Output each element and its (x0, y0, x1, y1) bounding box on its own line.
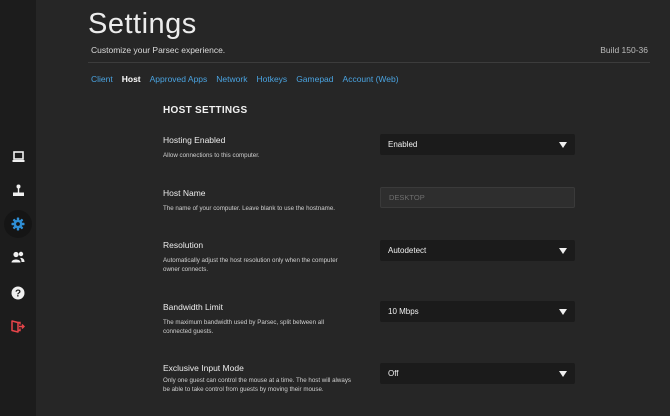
help-icon[interactable]: ? (4, 279, 32, 307)
settings-tabs: Client Host Approved Apps Network Hotkey… (91, 74, 399, 84)
host-name-input[interactable] (389, 193, 566, 202)
page-subtitle: Customize your Parsec experience. (91, 45, 226, 55)
setting-description: Automatically adjust the host resolution… (163, 257, 338, 273)
tab-host[interactable]: Host (122, 74, 141, 84)
setting-label: Bandwidth Limit (163, 302, 224, 312)
setting-label: Resolution (163, 240, 204, 250)
friends-icon[interactable] (4, 243, 32, 271)
select-value: Autodetect (388, 246, 427, 255)
setting-bandwidth-limit: Bandwidth Limit The maximum bandwidth us… (163, 302, 363, 337)
setting-description: The maximum bandwidth used by Parsec, sp… (163, 319, 324, 335)
setting-resolution: Resolution Automatically adjust the host… (163, 240, 363, 275)
setting-description: The name of your computer. Leave blank t… (163, 205, 335, 212)
setting-host-name: Host Name The name of your computer. Lea… (163, 188, 363, 214)
computers-icon[interactable] (4, 143, 32, 171)
dropdown-arrow-icon (559, 370, 567, 377)
setting-hosting-enabled: Hosting Enabled Allow connections to thi… (163, 135, 363, 161)
tab-hotkeys[interactable]: Hotkeys (256, 74, 287, 84)
build-label: Build 150-36 (600, 45, 648, 55)
gear-icon[interactable] (4, 210, 32, 238)
settings-panel: Settings Customize your Parsec experienc… (36, 0, 670, 416)
exclusive-input-mode-select[interactable]: Off (380, 363, 575, 384)
tab-approved-apps[interactable]: Approved Apps (150, 74, 208, 84)
setting-description: Allow connections to this computer. (163, 152, 260, 159)
setting-label: Host Name (163, 188, 206, 198)
host-name-field[interactable] (380, 187, 575, 208)
setting-label: Exclusive Input Mode (163, 363, 244, 373)
setting-description: Only one guest can control the mouse at … (163, 377, 352, 393)
tab-account-web[interactable]: Account (Web) (343, 74, 399, 84)
svg-text:?: ? (15, 289, 21, 300)
select-value: 10 Mbps (388, 307, 419, 316)
arcade-icon[interactable] (4, 176, 32, 204)
section-title: HOST SETTINGS (163, 105, 248, 116)
dropdown-arrow-icon (559, 247, 567, 254)
select-value: Enabled (388, 140, 418, 149)
header-divider (88, 62, 650, 63)
resolution-select[interactable]: Autodetect (380, 240, 575, 261)
select-value: Off (388, 369, 399, 378)
page-title: Settings (88, 8, 197, 40)
hosting-enabled-select[interactable]: Enabled (380, 134, 575, 155)
sidebar: ? (0, 0, 36, 416)
setting-exclusive-input-mode: Exclusive Input Mode Only one guest can … (163, 363, 363, 395)
setting-label: Hosting Enabled (163, 135, 226, 145)
dropdown-arrow-icon (559, 141, 567, 148)
tab-network[interactable]: Network (216, 74, 247, 84)
dropdown-arrow-icon (559, 308, 567, 315)
tab-gamepad[interactable]: Gamepad (296, 74, 333, 84)
tab-client[interactable]: Client (91, 74, 113, 84)
logout-icon[interactable] (4, 312, 32, 340)
bandwidth-limit-select[interactable]: 10 Mbps (380, 301, 575, 322)
